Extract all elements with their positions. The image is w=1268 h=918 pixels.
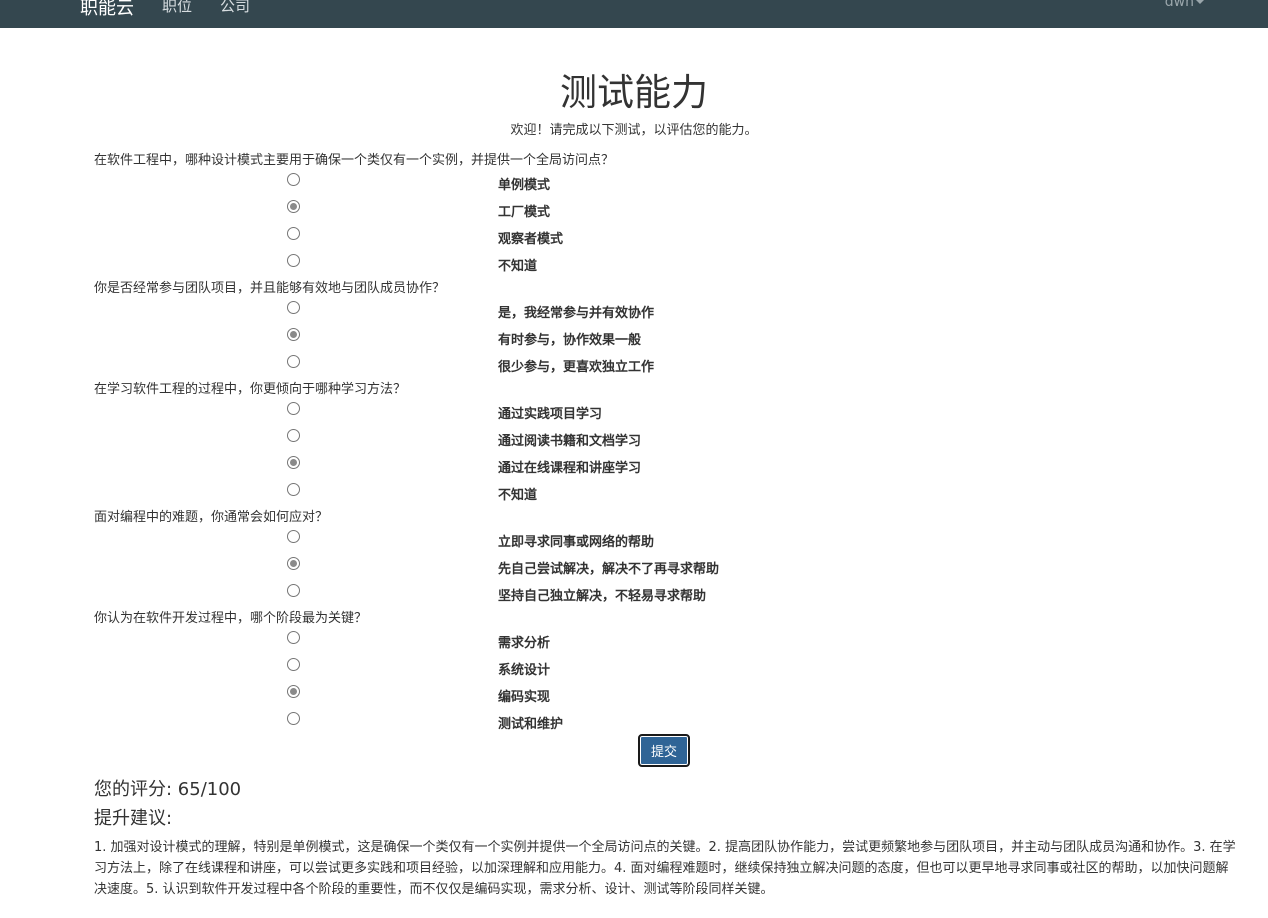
top-navbar: 职能云 职位 公司 dwn bbox=[0, 0, 1268, 28]
answer-label[interactable]: 工厂模式 bbox=[498, 201, 550, 220]
answer-radio[interactable] bbox=[287, 557, 300, 570]
answer-label[interactable]: 坚持自己独立解决，不轻易寻求帮助 bbox=[498, 585, 706, 604]
answer-radio[interactable] bbox=[287, 173, 300, 186]
answer-radio[interactable] bbox=[287, 658, 300, 671]
answer-option: 有时参与，协作效果一般 bbox=[0, 328, 1268, 355]
answer-label[interactable]: 通过实践项目学习 bbox=[498, 403, 602, 422]
answer-option: 编码实现 bbox=[0, 685, 1268, 712]
user-menu-dropdown[interactable]: dwn bbox=[1165, 0, 1204, 10]
answer-option: 需求分析 bbox=[0, 631, 1268, 658]
answer-radio[interactable] bbox=[287, 530, 300, 543]
answer-label[interactable]: 立即寻求同事或网络的帮助 bbox=[498, 531, 654, 550]
answer-radio[interactable] bbox=[287, 584, 300, 597]
answer-label[interactable]: 测试和维护 bbox=[498, 713, 563, 732]
answer-label[interactable]: 有时参与，协作效果一般 bbox=[498, 329, 641, 348]
answer-radio[interactable] bbox=[287, 685, 300, 698]
answer-label[interactable]: 不知道 bbox=[498, 484, 537, 503]
answer-option: 立即寻求同事或网络的帮助 bbox=[0, 530, 1268, 557]
answer-option: 通过阅读书籍和文档学习 bbox=[0, 429, 1268, 456]
answer-radio[interactable] bbox=[287, 301, 300, 314]
question-text: 你认为在软件开发过程中，哪个阶段最为关键？ bbox=[94, 611, 368, 626]
advice-heading: 提升建议: bbox=[94, 808, 173, 829]
answer-label[interactable]: 不知道 bbox=[498, 255, 537, 274]
score-text: 您的评分: 65/100 bbox=[94, 779, 242, 800]
answer-option: 先自己尝试解决，解决不了再寻求帮助 bbox=[0, 557, 1268, 584]
answer-radio[interactable] bbox=[287, 631, 300, 644]
page-title: 测试能力 bbox=[560, 71, 708, 114]
answer-option: 通过在线课程和讲座学习 bbox=[0, 456, 1268, 483]
answer-radio[interactable] bbox=[287, 355, 300, 368]
answer-label[interactable]: 很少参与，更喜欢独立工作 bbox=[498, 356, 654, 375]
answer-option: 工厂模式 bbox=[0, 200, 1268, 227]
answer-option: 通过实践项目学习 bbox=[0, 402, 1268, 429]
question-text: 你是否经常参与团队项目，并且能够有效地与团队成员协作？ bbox=[94, 281, 446, 296]
answer-label[interactable]: 是，我经常参与并有效协作 bbox=[498, 302, 654, 321]
answer-label[interactable]: 系统设计 bbox=[498, 659, 550, 678]
answer-option: 系统设计 bbox=[0, 658, 1268, 685]
answer-radio[interactable] bbox=[287, 402, 300, 415]
answer-radio[interactable] bbox=[287, 254, 300, 267]
question-text: 面对编程中的难题，你通常会如何应对？ bbox=[94, 510, 329, 525]
answer-label[interactable]: 先自己尝试解决，解决不了再寻求帮助 bbox=[498, 558, 719, 577]
user-name: dwn bbox=[1164, 0, 1194, 10]
answer-label[interactable]: 观察者模式 bbox=[498, 228, 563, 247]
nav-link-companies[interactable]: 公司 bbox=[220, 0, 250, 16]
answer-option: 观察者模式 bbox=[0, 227, 1268, 254]
answer-label[interactable]: 单例模式 bbox=[498, 174, 550, 193]
answer-radio[interactable] bbox=[287, 429, 300, 442]
answer-radio[interactable] bbox=[287, 328, 300, 341]
answer-radio[interactable] bbox=[287, 483, 300, 496]
answer-label[interactable]: 通过阅读书籍和文档学习 bbox=[498, 430, 641, 449]
answer-label[interactable]: 编码实现 bbox=[498, 686, 550, 705]
submit-button[interactable]: 提交 bbox=[638, 734, 690, 767]
nav-link-jobs[interactable]: 职位 bbox=[162, 0, 192, 16]
answer-label[interactable]: 需求分析 bbox=[498, 632, 550, 651]
welcome-message: 欢迎！请完成以下测试，以评估您的能力。 bbox=[510, 123, 758, 138]
answer-label[interactable]: 通过在线课程和讲座学习 bbox=[498, 457, 641, 476]
answer-option: 是，我经常参与并有效协作 bbox=[0, 301, 1268, 328]
question-text: 在学习软件工程的过程中，你更倾向于哪种学习方法？ bbox=[94, 382, 407, 397]
answer-option: 单例模式 bbox=[0, 173, 1268, 200]
chevron-down-icon bbox=[1196, 0, 1204, 4]
answer-option: 测试和维护 bbox=[0, 712, 1268, 739]
answer-radio[interactable] bbox=[287, 227, 300, 240]
answer-radio[interactable] bbox=[287, 456, 300, 469]
answer-radio[interactable] bbox=[287, 712, 300, 725]
brand-logo-link[interactable]: 职能云 bbox=[80, 0, 134, 20]
question-text: 在软件工程中，哪种设计模式主要用于确保一个类仅有一个实例，并提供一个全局访问点？ bbox=[94, 153, 615, 168]
answer-radio[interactable] bbox=[287, 200, 300, 213]
advice-text: 1. 加强对设计模式的理解，特别是单例模式，这是确保一个类仅有一个实例并提供一个… bbox=[94, 840, 1236, 897]
